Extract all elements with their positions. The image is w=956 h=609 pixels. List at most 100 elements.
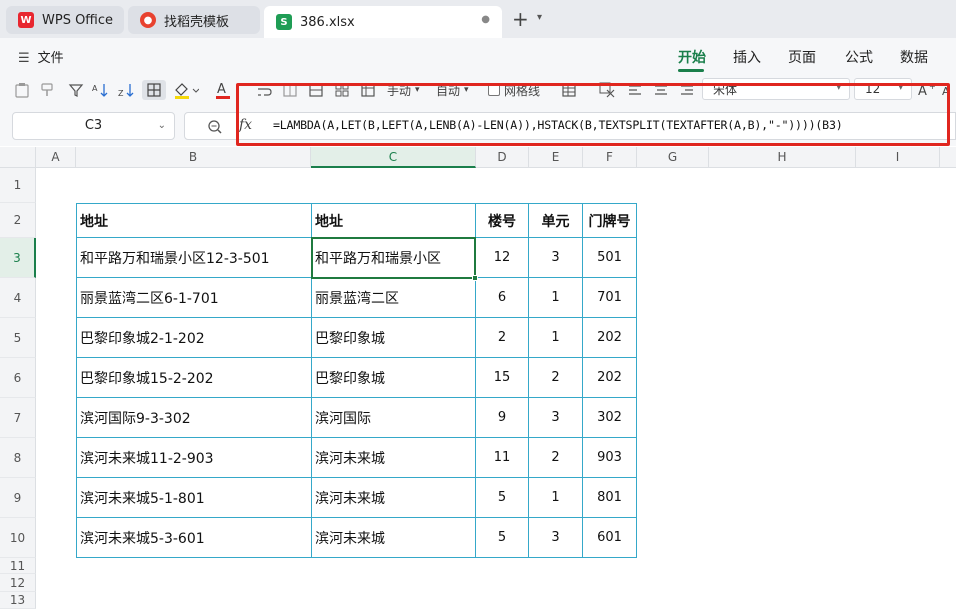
tab-label: 找稻壳模板 [164, 14, 230, 30]
row-header-9[interactable]: 9 [0, 478, 36, 518]
cell-reference: C3 [84, 118, 103, 133]
row-header-11[interactable]: 11 [0, 558, 36, 574]
row-header-12[interactable]: 12 [0, 574, 36, 592]
select-all-corner[interactable] [0, 147, 36, 168]
header-cell-unit[interactable]: 单元 [529, 204, 583, 238]
cell-address-name[interactable]: 巴黎印象城 [312, 318, 476, 358]
column-header-a[interactable]: A [36, 147, 76, 168]
cell-door[interactable]: 903 [583, 438, 637, 478]
cell-unit[interactable]: 1 [529, 278, 583, 318]
cell-door[interactable]: 601 [583, 518, 637, 558]
cell-address[interactable]: 滨河未来城5-3-601 [77, 518, 312, 558]
cell-door[interactable]: 202 [583, 358, 637, 398]
column-header-f[interactable]: F [583, 147, 637, 168]
header-cell-address-split[interactable]: 地址 [312, 204, 476, 238]
cell-building[interactable]: 11 [476, 438, 529, 478]
cell-door[interactable]: 801 [583, 478, 637, 518]
cell-address[interactable]: 滨河国际9-3-302 [77, 398, 312, 438]
header-cell-door[interactable]: 门牌号 [583, 204, 637, 238]
cell-address[interactable]: 滨河未来城11-2-903 [77, 438, 312, 478]
row-header-7[interactable]: 7 [0, 398, 36, 438]
new-tab-button[interactable]: + [512, 9, 529, 29]
header-cell-address[interactable]: 地址 [77, 204, 312, 238]
file-menu[interactable]: ☰ 文件 [18, 47, 64, 66]
paste-icon[interactable] [14, 80, 30, 100]
cell-building[interactable]: 6 [476, 278, 529, 318]
zoom-icon[interactable] [207, 119, 223, 139]
column-header-g[interactable]: G [637, 147, 709, 168]
cell-address-name[interactable]: 丽景蓝湾二区 [312, 278, 476, 318]
cell-building[interactable]: 9 [476, 398, 529, 438]
cell-unit[interactable]: 2 [529, 358, 583, 398]
tab-insert[interactable]: 插入 [733, 47, 761, 67]
filter-icon[interactable] [68, 80, 84, 100]
svg-text:Z: Z [118, 89, 124, 98]
tab-page[interactable]: 页面 [788, 47, 816, 67]
column-header-c[interactable]: C [311, 147, 476, 168]
cell-door[interactable]: 501 [583, 238, 637, 278]
column-header-b[interactable]: B [76, 147, 311, 168]
cell-address[interactable]: 和平路万和瑞景小区12-3-501 [77, 238, 312, 278]
tab-bar: W WPS Office ● 找稻壳模板 S 386.xlsx ● + ▾ [0, 0, 956, 38]
row-header-8[interactable]: 8 [0, 438, 36, 478]
column-header-partial[interactable] [940, 147, 956, 168]
tab-386-xlsx[interactable]: S 386.xlsx ● [264, 6, 502, 38]
format-painter-icon[interactable] [40, 80, 56, 100]
highlight-box [236, 83, 950, 146]
cell-building[interactable]: 2 [476, 318, 529, 358]
cell-address-name[interactable]: 巴黎印象城 [312, 358, 476, 398]
cell-address-name[interactable]: 滨河未来城 [312, 518, 476, 558]
cell-address-name[interactable]: 滨河未来城 [312, 478, 476, 518]
cell-building[interactable]: 5 [476, 518, 529, 558]
column-header-i[interactable]: I [856, 147, 940, 168]
column-header-e[interactable]: E [529, 147, 583, 168]
tab-formula[interactable]: 公式 [845, 47, 873, 67]
cell-unit[interactable]: 3 [529, 398, 583, 438]
cell-address-name[interactable]: 滨河国际 [312, 398, 476, 438]
cell-address-name[interactable]: 滨河未来城 [312, 438, 476, 478]
fill-color-icon[interactable] [173, 80, 199, 100]
cell-address-name[interactable]: 和平路万和瑞景小区 [312, 238, 476, 278]
row-header-1[interactable]: 1 [0, 168, 36, 203]
cell-building[interactable]: 12 [476, 238, 529, 278]
row-header-4[interactable]: 4 [0, 278, 36, 318]
chevron-down-icon[interactable]: ▾ [537, 12, 542, 23]
file-menu-label: 文件 [37, 51, 64, 66]
cell-building[interactable]: 15 [476, 358, 529, 398]
cell-door[interactable]: 701 [583, 278, 637, 318]
row-header-13[interactable]: 13 [0, 592, 36, 609]
tab-close-icon[interactable]: ● [481, 14, 490, 25]
cell-building[interactable]: 5 [476, 478, 529, 518]
cell-unit[interactable]: 3 [529, 238, 583, 278]
cell-address[interactable]: 巴黎印象城15-2-202 [77, 358, 312, 398]
column-header-d[interactable]: D [476, 147, 529, 168]
borders-icon[interactable] [142, 80, 166, 100]
row-header-5[interactable]: 5 [0, 318, 36, 358]
cell-address[interactable]: 巴黎印象城2-1-202 [77, 318, 312, 358]
header-cell-building[interactable]: 楼号 [476, 204, 529, 238]
cell-unit[interactable]: 3 [529, 518, 583, 558]
tab-docer-templates[interactable]: ● 找稻壳模板 [128, 6, 260, 34]
sort-desc-icon[interactable]: Z [118, 80, 136, 100]
name-box[interactable]: C3 ⌄ [12, 112, 175, 140]
row-header-10[interactable]: 10 [0, 518, 36, 558]
wps-logo-icon: W [18, 12, 34, 28]
tab-home[interactable]: 开始 [678, 47, 706, 67]
cell-door[interactable]: 302 [583, 398, 637, 438]
cell-unit[interactable]: 2 [529, 438, 583, 478]
sort-asc-icon[interactable]: A [92, 80, 110, 100]
tab-wps-office[interactable]: W WPS Office [6, 6, 124, 34]
cell-unit[interactable]: 1 [529, 318, 583, 358]
cell-address[interactable]: 丽景蓝湾二区6-1-701 [77, 278, 312, 318]
column-header-h[interactable]: H [709, 147, 856, 168]
fill-handle[interactable] [472, 275, 478, 281]
row-header-6[interactable]: 6 [0, 358, 36, 398]
docer-icon: ● [140, 12, 156, 28]
tab-data[interactable]: 数据 [900, 47, 928, 67]
cell-address[interactable]: 滨河未来城5-1-801 [77, 478, 312, 518]
row-header-2[interactable]: 2 [0, 203, 36, 238]
row-header-3[interactable]: 3 [0, 238, 36, 278]
cell-door[interactable]: 202 [583, 318, 637, 358]
cell-unit[interactable]: 1 [529, 478, 583, 518]
menu-row: ☰ 文件 开始 插入 页面 公式 数据 [0, 38, 956, 74]
